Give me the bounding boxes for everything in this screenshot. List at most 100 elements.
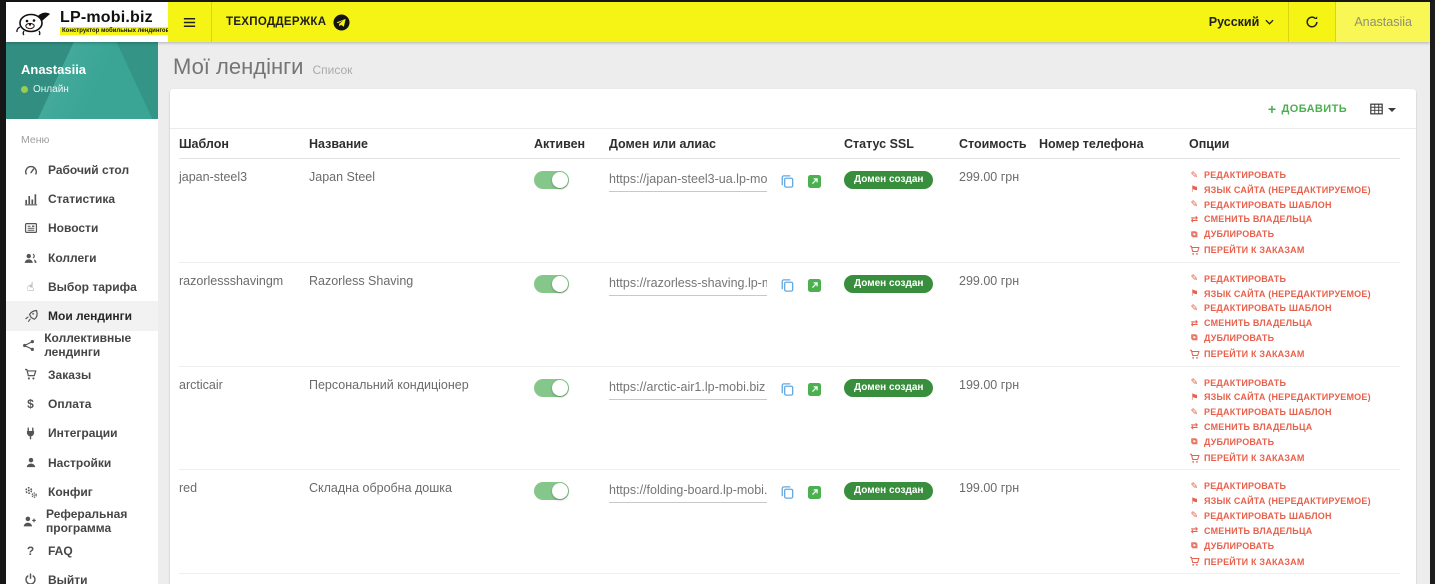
- menu-toggle-button[interactable]: [168, 2, 211, 42]
- sidebar-item-hand-pointer[interactable]: ☝ Выбор тарифа: [6, 272, 158, 301]
- option-link-exchange[interactable]: ⇄ СМЕНИТЬ ВЛАДЕЛЬЦА: [1189, 214, 1400, 224]
- sidebar-item-label: Заказы: [48, 367, 92, 382]
- option-link-flag[interactable]: ⚑ ЯЗЫК САЙТА (НЕРЕДАКТИРУЕМОЕ): [1189, 185, 1400, 195]
- sidebar-item-dollar[interactable]: $ Оплата: [6, 389, 158, 418]
- option-link-exchange[interactable]: ⇄ СМЕНИТЬ ВЛАДЕЛЬЦА: [1189, 422, 1400, 432]
- option-link-exchange[interactable]: ⇄ СМЕНИТЬ ВЛАДЕЛЬЦА: [1189, 526, 1400, 536]
- copy-icon[interactable]: [780, 382, 795, 400]
- template-name: razorlessshavingm: [179, 273, 284, 288]
- flag-icon: ⚑: [1190, 391, 1199, 402]
- option-link-duplicate[interactable]: ⧉ ДУБЛИРОВАТЬ: [1189, 333, 1400, 343]
- dollar-icon: $: [27, 397, 34, 412]
- option-label: РЕДАКТИРОВАТЬ ШАБЛОН: [1204, 303, 1332, 314]
- external-link-icon[interactable]: [808, 278, 821, 295]
- option-link-edit[interactable]: ✎ РЕДАКТИРОВАТЬ: [1189, 170, 1400, 180]
- options-list: ✎ РЕДАКТИРОВАТЬ ⚑ ЯЗЫК САЙТА (НЕРЕДАКТИРУЕМ…: [1189, 274, 1400, 366]
- option-link-cart[interactable]: ПЕРЕЙТИ К ЗАКАЗАМ: [1189, 452, 1400, 465]
- option-link-edit[interactable]: ✎ РЕДАКТИРОВАТЬ ШАБЛОН: [1189, 303, 1400, 313]
- sidebar-item-cogs[interactable]: Конфиг: [6, 477, 158, 506]
- option-link-cart[interactable]: ПЕРЕЙТИ К ЗАКАЗАМ: [1189, 348, 1400, 361]
- option-link-exchange[interactable]: ⇄ СМЕНИТЬ ВЛАДЕЛЬЦА: [1189, 318, 1400, 328]
- page-title: Мої лендінги: [173, 54, 304, 79]
- option-label: РЕДАКТИРОВАТЬ: [1204, 170, 1287, 180]
- sidebar-item-cart[interactable]: Заказы: [6, 360, 158, 389]
- option-label: СМЕНИТЬ ВЛАДЕЛЬЦА: [1204, 525, 1313, 536]
- add-button[interactable]: + ДОБАВИТЬ: [1268, 102, 1347, 116]
- external-link-icon[interactable]: [808, 486, 821, 502]
- account-button[interactable]: Anastasiia: [1336, 2, 1430, 42]
- option-link-edit[interactable]: ✎ РЕДАКТИРОВАТЬ: [1189, 274, 1400, 284]
- exchange-icon: ⇄: [1190, 213, 1199, 224]
- refresh-button[interactable]: [1289, 2, 1335, 42]
- sidebar-item-label: Конфиг: [48, 484, 93, 499]
- active-toggle[interactable]: [534, 274, 569, 293]
- sidebar-item-plug[interactable]: Интеграции: [6, 419, 158, 448]
- share-icon: [22, 339, 35, 352]
- sidebar-item-share[interactable]: Коллективные лендинги: [6, 331, 158, 360]
- sidebar-user-panel: Anastasiia Онлайн: [6, 42, 158, 119]
- sidebar-item-label: Рабочий стол: [48, 162, 130, 177]
- domain-input[interactable]: [609, 273, 767, 296]
- column-header: Домен или алиас: [609, 129, 844, 159]
- refresh-icon: [1306, 16, 1318, 28]
- domain-input[interactable]: [609, 170, 767, 192]
- stats-icon: [22, 192, 39, 206]
- option-link-edit[interactable]: ✎ РЕДАКТИРОВАТЬ ШАБЛОН: [1189, 200, 1400, 210]
- option-link-duplicate[interactable]: ⧉ ДУБЛИРОВАТЬ: [1189, 437, 1400, 447]
- option-label: РЕДАКТИРОВАТЬ: [1204, 481, 1287, 492]
- external-link-icon[interactable]: [808, 382, 821, 399]
- exchange-icon: ⇄: [1190, 525, 1199, 536]
- table-row: japan-steel3 Japan Steel Домен создан 29…: [179, 158, 1400, 263]
- sidebar-item-users[interactable]: Коллеги: [6, 243, 158, 272]
- external-link-icon[interactable]: [808, 175, 821, 191]
- ssl-status-badge: Домен создан: [844, 274, 934, 293]
- view-toggle-button[interactable]: [1369, 102, 1396, 116]
- sidebar-item-power[interactable]: Выйти: [6, 565, 158, 584]
- option-link-cart[interactable]: ПЕРЕЙТИ К ЗАКАЗАМ: [1189, 244, 1400, 257]
- dog-logo-icon: [16, 12, 50, 36]
- option-label: ДУБЛИРОВАТЬ: [1204, 436, 1275, 447]
- active-toggle[interactable]: [534, 171, 569, 189]
- option-link-edit[interactable]: ✎ РЕДАКТИРОВАТЬ ШАБЛОН: [1189, 511, 1400, 521]
- option-link-flag[interactable]: ⚑ ЯЗЫК САЙТА (НЕРЕДАКТИРУЕМОЕ): [1189, 392, 1400, 402]
- template-name: arcticair: [179, 377, 223, 392]
- options-list: ✎ РЕДАКТИРОВАТЬ ⚑ ЯЗЫК САЙТА (НЕРЕДАКТИРУЕМ…: [1189, 170, 1400, 262]
- active-toggle[interactable]: [534, 482, 569, 501]
- landing-name: Персональний кондиціонер: [309, 377, 469, 392]
- cart-icon: [22, 368, 39, 381]
- table-row: red Складна обробна дошка Домен создан 1…: [179, 469, 1400, 575]
- option-link-edit[interactable]: ✎ РЕДАКТИРОВАТЬ: [1189, 481, 1400, 491]
- sidebar-menu: Рабочий стол Статистика Новости Коллеги …: [6, 155, 158, 584]
- option-label: ПЕРЕЙТИ К ЗАКАЗАМ: [1204, 556, 1305, 567]
- domain-input[interactable]: [609, 481, 767, 504]
- table-row: clothes and shoes Чоловічі кросівки Доме…: [179, 573, 1400, 584]
- app-window: LP-mobi.biz Конструктор мобильных лендин…: [0, 0, 1435, 584]
- plug-icon: [22, 427, 39, 440]
- copy-icon[interactable]: [780, 174, 795, 192]
- sidebar-item-dashboard[interactable]: Рабочий стол: [6, 155, 158, 184]
- copy-icon[interactable]: [780, 278, 795, 296]
- dashboard-icon: [22, 163, 39, 177]
- language-dropdown[interactable]: Русский: [1195, 2, 1289, 42]
- option-link-flag[interactable]: ⚑ ЯЗЫК САЙТА (НЕРЕДАКТИРУЕМОЕ): [1189, 289, 1400, 299]
- option-link-duplicate[interactable]: ⧉ ДУБЛИРОВАТЬ: [1189, 541, 1400, 551]
- option-link-flag[interactable]: ⚑ ЯЗЫК САЙТА (НЕРЕДАКТИРУЕМОЕ): [1189, 496, 1400, 506]
- language-label: Русский: [1208, 15, 1260, 29]
- column-header: Шаблон: [179, 129, 309, 159]
- sidebar-item-rocket[interactable]: Мои лендинги: [6, 301, 158, 331]
- copy-icon[interactable]: [780, 485, 795, 503]
- domain-input[interactable]: [609, 377, 767, 400]
- sidebar-item-stats[interactable]: Статистика: [6, 184, 158, 213]
- option-link-cart[interactable]: ПЕРЕЙТИ К ЗАКАЗАМ: [1189, 555, 1400, 568]
- sidebar-item-user-plus[interactable]: Реферальная программа: [6, 507, 158, 536]
- active-toggle[interactable]: [534, 378, 569, 397]
- table-header-row: Шаблон Название Активен Домен или алиас Стат…: [179, 129, 1400, 159]
- support-button[interactable]: ТЕХПОДДЕРЖКА: [212, 2, 364, 42]
- option-link-edit[interactable]: ✎ РЕДАКТИРОВАТЬ: [1189, 378, 1400, 388]
- option-link-duplicate[interactable]: ⧉ ДУБЛИРОВАТЬ: [1189, 229, 1400, 239]
- sidebar-item-question[interactable]: ? FAQ: [6, 536, 158, 565]
- landing-name: Складна обробна дошка: [309, 481, 452, 496]
- sidebar-item-user[interactable]: Настройки: [6, 448, 158, 477]
- sidebar-item-news[interactable]: Новости: [6, 214, 158, 243]
- option-link-edit[interactable]: ✎ РЕДАКТИРОВАТЬ ШАБЛОН: [1189, 407, 1400, 417]
